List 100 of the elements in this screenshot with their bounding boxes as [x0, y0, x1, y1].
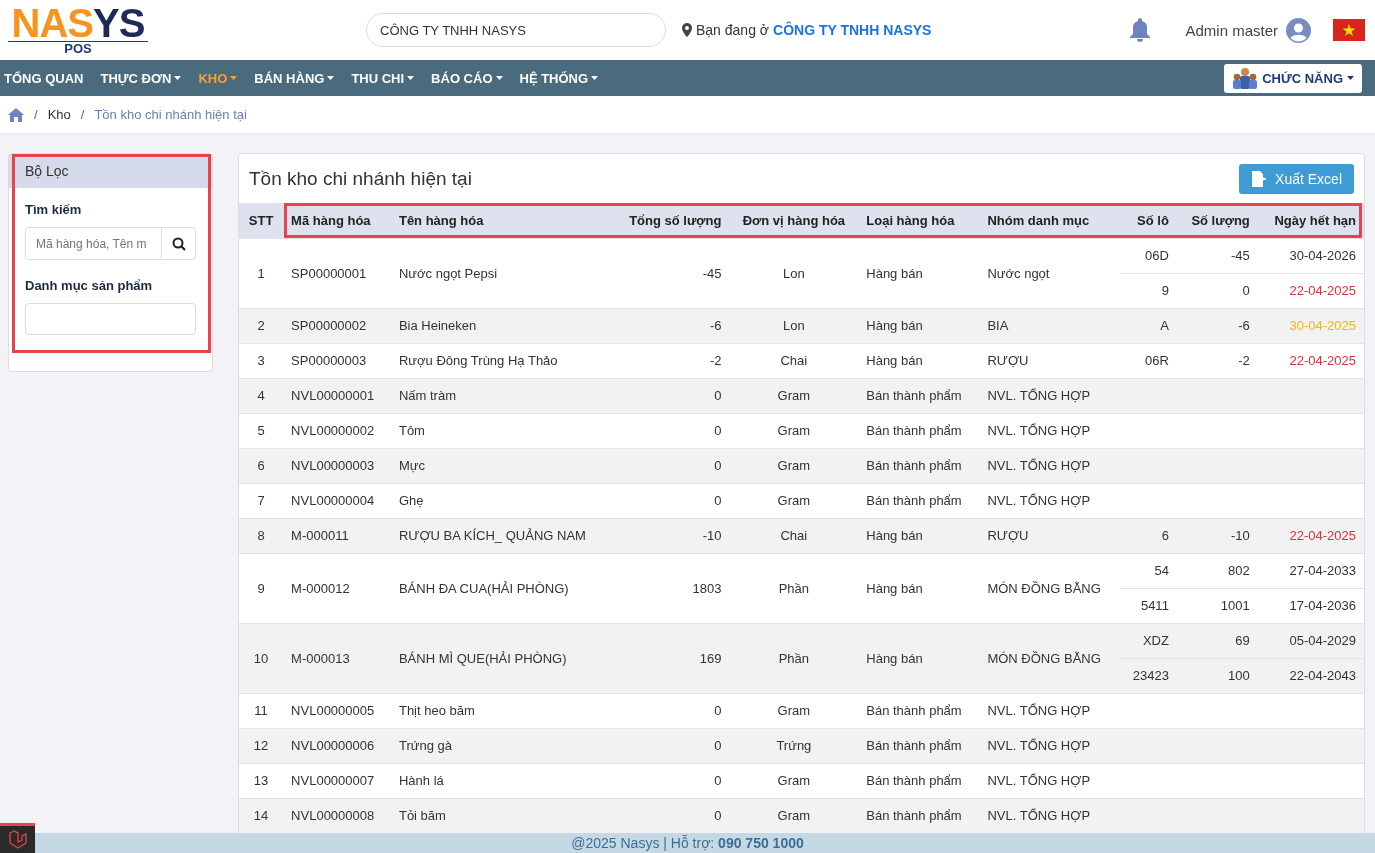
table-cell: Hàng bán	[858, 553, 980, 623]
table-cell: 3	[239, 343, 284, 378]
table-cell: 14	[239, 798, 284, 833]
nav-item[interactable]: THỰC ĐƠN	[100, 70, 182, 86]
flag-icon[interactable]	[1333, 19, 1365, 41]
nav-item[interactable]: THU CHI	[351, 70, 415, 86]
table-cell: Gram	[729, 483, 859, 518]
caret-icon	[1347, 76, 1354, 80]
table-cell: XDZ	[1120, 623, 1177, 658]
table-cell: 30-04-2026	[1257, 238, 1364, 273]
table-cell: Bán thành phẩm	[858, 728, 980, 763]
user-name[interactable]: Admin master	[1185, 21, 1278, 39]
table-cell: Bia Heineken	[390, 308, 612, 343]
table-cell: Thịt heo băm	[390, 693, 612, 728]
table-cell: RƯỢU	[979, 518, 1121, 553]
table-cell: 0	[611, 378, 730, 413]
table-cell: Hàng bán	[858, 623, 980, 693]
table-cell: Bán thành phẩm	[858, 763, 980, 798]
table-cell: MÓN ĐỒNG BẰNG	[979, 623, 1121, 693]
home-icon[interactable]	[8, 107, 24, 122]
table-cell: Gram	[729, 413, 859, 448]
table-cell: 100	[1176, 658, 1258, 693]
search-button[interactable]	[162, 227, 196, 260]
table-cell: Bán thành phẩm	[858, 693, 980, 728]
table-cell: Bán thành phẩm	[858, 483, 980, 518]
table-cell: NVL. TỔNG HỢP	[979, 763, 1121, 798]
table-cell: NVL. TỔNG HỢP	[979, 728, 1121, 763]
app-badge[interactable]	[0, 823, 35, 853]
table-cell: 169	[611, 623, 730, 693]
table-cell: Nước ngọt Pepsi	[390, 238, 612, 308]
nav-item[interactable]: HỆ THỐNG	[519, 70, 599, 86]
panel-title: Tồn kho chi nhánh hiện tại	[249, 167, 472, 190]
nav-item[interactable]: BÁO CÁO	[431, 70, 503, 86]
category-field[interactable]	[25, 303, 196, 335]
table-cell: 5	[239, 413, 284, 448]
table-cell: Hàng bán	[858, 518, 980, 553]
table-cell: Gram	[729, 798, 859, 833]
logo[interactable]: NASYS POS	[8, 5, 148, 55]
table-cell: Chai	[729, 343, 859, 378]
table-cell: -10	[611, 518, 730, 553]
table-cell: Trứng	[729, 728, 859, 763]
table-cell: 5411	[1120, 588, 1177, 623]
nav-item[interactable]: TỔNG QUAN	[4, 70, 84, 86]
bell-icon[interactable]	[1129, 18, 1152, 42]
table-cell: RƯỢU	[979, 343, 1121, 378]
table-cell: Bán thành phẩm	[858, 413, 980, 448]
table-cell: Hàng bán	[858, 308, 980, 343]
table-cell: NVL00000004	[283, 483, 391, 518]
table-cell: Bán thành phẩm	[858, 448, 980, 483]
table-cell: Hàng bán	[858, 343, 980, 378]
table-cell: Phần	[729, 553, 859, 623]
field-label: Danh mục sản phẩm	[25, 278, 154, 293]
table-cell: Phần	[729, 623, 859, 693]
search-field[interactable]: Mã hàng hóa, Tên m	[25, 227, 162, 260]
table-cell: Nấm tràm	[390, 378, 612, 413]
export-button[interactable]: Xuất Excel	[1239, 163, 1354, 194]
table-cell: Mực	[390, 448, 612, 483]
breadcrumb-separator: /	[34, 107, 38, 122]
table-cell: 2	[239, 308, 284, 343]
table-cell: Gram	[729, 378, 859, 413]
column-header: STT	[239, 203, 284, 238]
table-cell: -2	[611, 343, 730, 378]
breadcrumb-link[interactable]: Kho	[47, 107, 71, 122]
table-cell: 13	[239, 763, 284, 798]
table-cell: A	[1120, 308, 1177, 343]
field-label: Tìm kiếm	[25, 202, 83, 217]
table-cell: 23423	[1120, 658, 1177, 693]
avatar-icon[interactable]	[1286, 17, 1311, 43]
table-cell: Gram	[729, 693, 859, 728]
table-cell: 0	[611, 693, 730, 728]
table-cell: 1803	[611, 553, 730, 623]
table-cell: Gram	[729, 448, 859, 483]
table-cell: BÁNH MÌ QUE(HẢI PHÒNG)	[390, 623, 612, 693]
table-cell: 9	[239, 553, 284, 623]
table-cell: BIA	[979, 308, 1121, 343]
table-cell: NVL. TỔNG HỢP	[979, 413, 1121, 448]
table-cell: RƯỢU BA KÍCH_ QUẢNG NAM	[390, 518, 612, 553]
nav-item[interactable]: BÁN HÀNG	[254, 70, 335, 86]
table-cell: 0	[611, 763, 730, 798]
table-cell: 6	[1120, 518, 1177, 553]
table-cell: NVL00000001	[283, 378, 391, 413]
table-cell: 6	[239, 448, 284, 483]
breadcrumb-link[interactable]: Tồn kho chi nhánh hiện tại	[94, 107, 247, 122]
table-cell: Hành lá	[390, 763, 612, 798]
table-cell: Tỏi băm	[390, 798, 612, 833]
table-cell: 1001	[1176, 588, 1258, 623]
table-cell: NVL. TỔNG HỢP	[979, 483, 1121, 518]
table-cell: 0	[611, 448, 730, 483]
table-cell: Ghẹ	[390, 483, 612, 518]
table-cell: NVL. TỔNG HỢP	[979, 448, 1121, 483]
table-cell: 22-04-2043	[1257, 658, 1364, 693]
table-cell: Trứng gà	[390, 728, 612, 763]
table-cell: Tôm	[390, 413, 612, 448]
function-button[interactable]: CHỨC NĂNG	[1224, 63, 1362, 93]
table-cell: 69	[1176, 623, 1258, 658]
table-cell: 9	[1120, 273, 1177, 308]
table-cell: 22-04-2025	[1257, 273, 1364, 308]
laravel-icon	[7, 829, 28, 850]
table-cell: Bán thành phẩm	[858, 378, 980, 413]
table-cell: SP00000003	[283, 343, 391, 378]
